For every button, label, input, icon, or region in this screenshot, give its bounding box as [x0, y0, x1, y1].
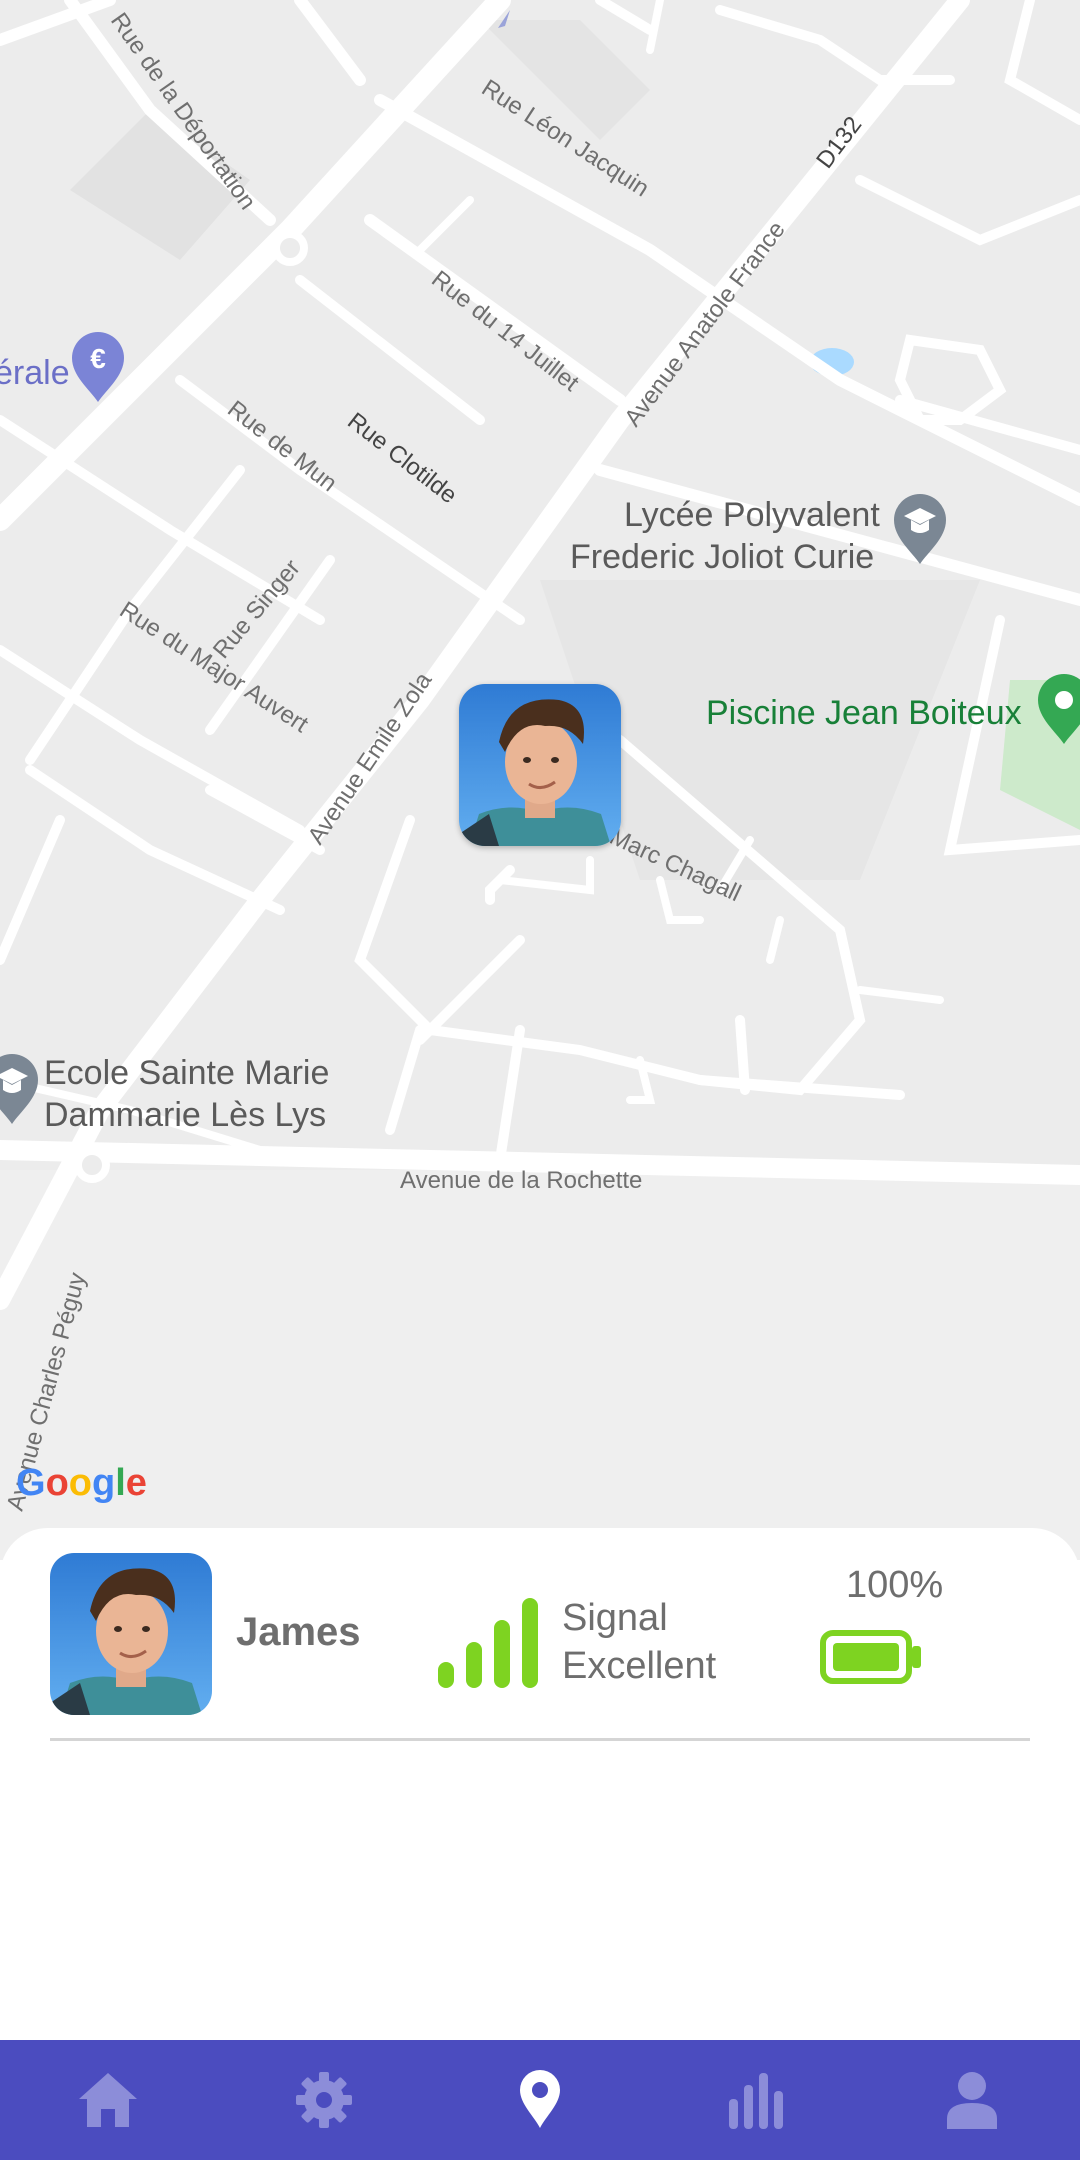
- panel-divider: [50, 1738, 1030, 1741]
- nav-location[interactable]: [480, 2040, 600, 2160]
- profile-person-icon: [947, 2072, 997, 2129]
- child-avatar: [459, 684, 621, 846]
- signal-strength-icon: [438, 1598, 538, 1688]
- street-label: Avenue de la Rochette: [400, 1167, 642, 1194]
- nav-profile[interactable]: [912, 2040, 1032, 2160]
- device-info-panel: James Signal Excellent 100%: [0, 1528, 1080, 2040]
- settings-gear-icon: [296, 2072, 352, 2128]
- map-view[interactable]: Rue de la Déportation Rue Léon Jacquin D…: [0, 0, 1080, 1560]
- bottom-navigation-bar: [0, 2040, 1080, 2160]
- poi-lycee-label-line2: Frederic Joliot Curie: [570, 538, 874, 576]
- child-location-marker[interactable]: [459, 684, 621, 846]
- poi-ecole-label-line1: Ecole Sainte Marie: [44, 1054, 329, 1092]
- signal-value: Excellent: [562, 1645, 717, 1687]
- google-logo: Google: [16, 1462, 147, 1504]
- home-icon: [79, 2073, 137, 2127]
- svg-text:€: €: [90, 343, 106, 374]
- child-avatar: [50, 1553, 212, 1715]
- nav-settings[interactable]: [264, 2040, 384, 2160]
- poi-bank-label: érale: [0, 354, 70, 392]
- poi-lycee-label-line1: Lycée Polyvalent: [624, 496, 880, 534]
- poi-ecole-label-line2: Dammarie Lès Lys: [44, 1096, 326, 1134]
- device-avatar[interactable]: [50, 1553, 212, 1715]
- stats-bars-icon: [729, 2073, 783, 2129]
- signal-status: Signal Excellent: [562, 1594, 716, 1690]
- poi-piscine-label: Piscine Jean Boiteux: [706, 694, 1022, 732]
- battery-icon: [820, 1630, 921, 1684]
- battery-percentage: 100%: [846, 1564, 944, 1606]
- signal-label: Signal: [562, 1597, 668, 1639]
- device-user-name: James: [236, 1610, 361, 1654]
- nav-stats[interactable]: [696, 2040, 816, 2160]
- location-pin-icon: [520, 2070, 560, 2128]
- nav-home[interactable]: [48, 2040, 168, 2160]
